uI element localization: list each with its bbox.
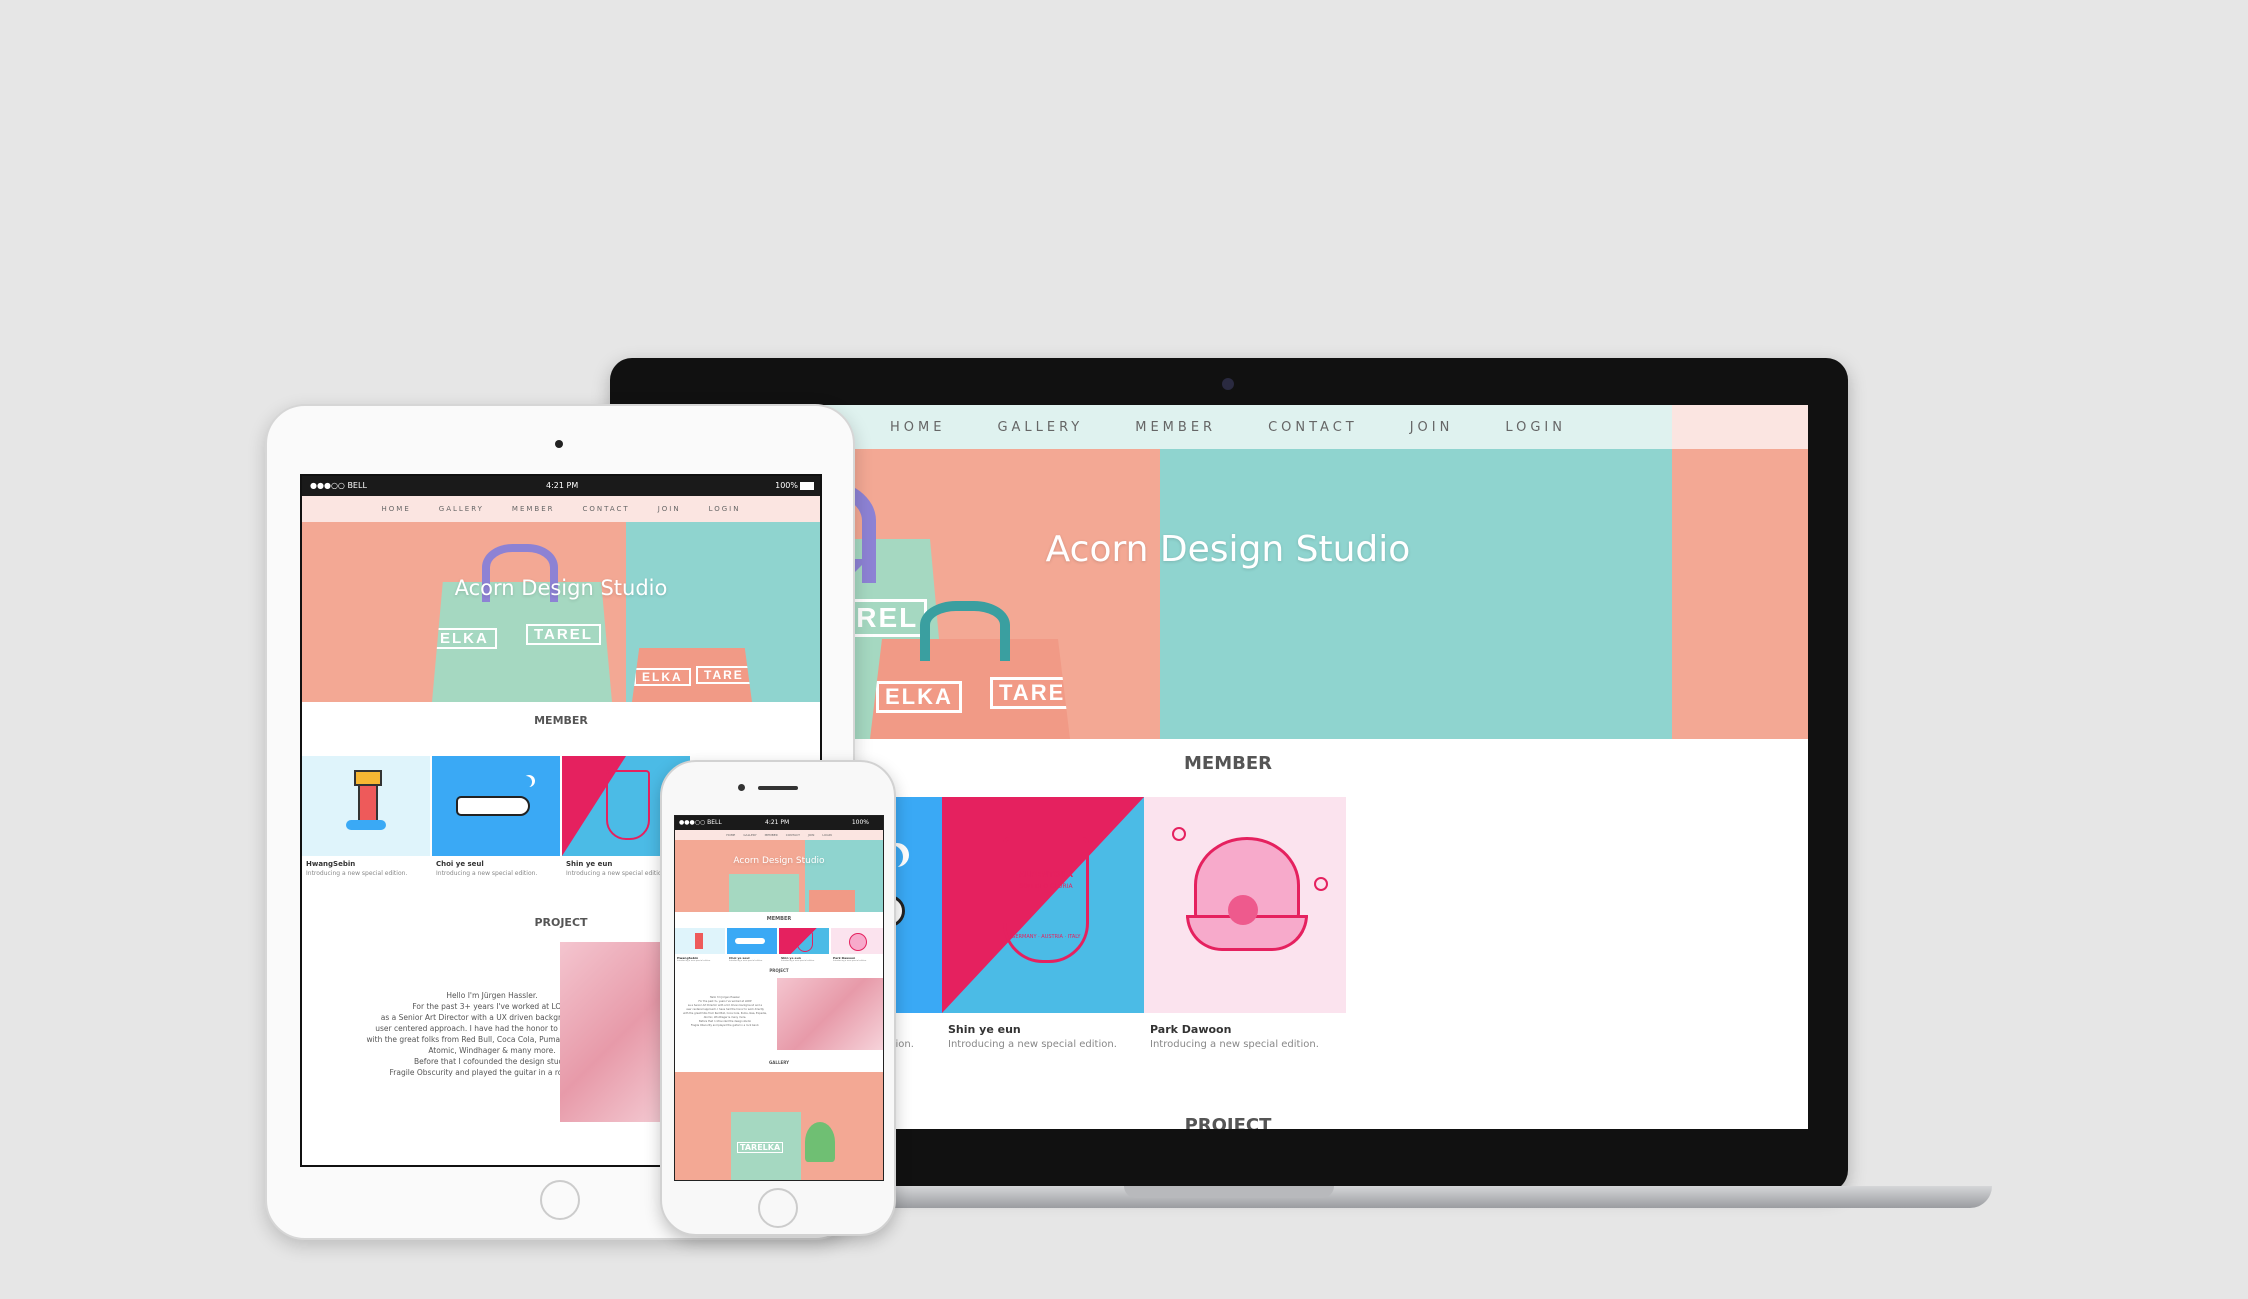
nav-home[interactable]: HOME	[726, 833, 735, 837]
project-heading: PROJECT	[769, 968, 789, 973]
gallery-image: TARELKA	[675, 1072, 883, 1180]
nav-gallery[interactable]: GALLERY	[997, 420, 1083, 435]
battery-label: 100%	[851, 819, 869, 826]
airplane-icon	[735, 938, 765, 944]
project-photo	[777, 978, 883, 1050]
member-card[interactable]: HwangSebin Introducing a new special edi…	[675, 928, 727, 964]
bag-label: TAREL	[526, 624, 601, 645]
battery-label: 100%	[775, 481, 798, 490]
about-line: Fragile Obscurity and played the guitar …	[690, 1024, 760, 1027]
moon-icon	[520, 776, 532, 788]
member-name: HwangSebin	[306, 860, 356, 868]
phone-nav: HOME GALLERY MEMBER CONTACT JOIN LOGIN	[675, 830, 883, 840]
gallery-heading: GALLERY	[769, 1060, 789, 1065]
nav-gallery[interactable]: GALLERY	[439, 505, 484, 513]
tablet-camera	[555, 440, 563, 448]
member-heading: MEMBER	[534, 714, 588, 727]
member-desc: Introducing a new special edition.	[566, 870, 668, 877]
nav-login[interactable]: LOGIN	[709, 505, 741, 513]
nav-contact[interactable]: CONTACT	[1268, 420, 1358, 435]
member-name: Choi ye seul	[436, 860, 484, 868]
hero-title: Acorn Design Studio	[733, 856, 825, 866]
badge-subtitle: SOLI DEO GLORIA	[1019, 883, 1073, 890]
member-card[interactable]: ALPENTOUR SOLI DEO GLORIA GERMANY · AUST…	[942, 797, 1144, 1057]
nav-member[interactable]: MEMBER	[512, 505, 555, 513]
phone-speaker	[758, 786, 798, 790]
bag-label: ELKA	[432, 628, 497, 649]
bag-label: ELKA	[634, 668, 691, 686]
member-card[interactable]: Park Dawoon Introducing a new special ed…	[1144, 797, 1346, 1057]
nav-contact[interactable]: CONTACT	[583, 505, 630, 513]
clock-label: 4:21 PM	[546, 481, 579, 490]
badge-title: ALPENTOUR	[1018, 870, 1074, 879]
member-desc: Introducing a new special edition.	[1150, 1039, 1319, 1050]
badge-footer: GERMANY · AUSTRIA · ITALY	[1011, 934, 1081, 940]
nav-contact[interactable]: CONTACT	[786, 833, 800, 837]
status-bar: ●●●○○ BELL 4:21 PM 100%	[302, 476, 820, 496]
bag-label: TARE	[696, 666, 752, 684]
member-heading: MEMBER	[766, 916, 792, 922]
member-card[interactable]: Choi ye seul Introducing a new special e…	[432, 756, 562, 886]
nav-login[interactable]: LOGIN	[1505, 420, 1566, 435]
bag-label: TARE	[990, 677, 1070, 709]
status-bar: ●●●○○ BELL 4:21 PM 100%	[675, 816, 883, 830]
nav-member[interactable]: MEMBER	[1135, 420, 1216, 435]
bag-label: ELKA	[876, 681, 962, 713]
battery-icon	[800, 482, 814, 490]
member-desc: Introducing a new special edition.	[833, 960, 867, 962]
shopping-bag-illustration	[729, 874, 799, 912]
lighthouse-icon	[346, 770, 386, 830]
nav-join[interactable]: JOIN	[1410, 420, 1454, 435]
bag-handle	[920, 601, 1010, 661]
member-desc: Introducing a new special edition.	[729, 960, 763, 962]
member-card[interactable]: Choi ye seul Introducing a new special e…	[727, 928, 779, 964]
nav-member[interactable]: MEMBER	[765, 833, 778, 837]
pearl-shell-icon	[849, 933, 867, 951]
carrier-label: ●●●○○ BELL	[679, 819, 722, 826]
phone-camera	[738, 784, 745, 791]
alpentour-badge-icon: ALPENTOUR SOLI DEO GLORIA GERMANY · AUST…	[1003, 837, 1089, 963]
tablet-hero: ELKA TAREL ELKA TARE Acorn Design Studio	[302, 522, 820, 702]
nav-home[interactable]: HOME	[890, 420, 945, 435]
shopping-bag-illustration: TARELKA	[731, 1112, 801, 1180]
clock-label: 4:21 PM	[765, 819, 790, 826]
alpentour-badge-icon	[606, 770, 650, 840]
member-desc: Introducing a new special edition.	[948, 1039, 1117, 1050]
laptop-notch	[1124, 1186, 1334, 1198]
member-card[interactable]: Shin ye eun Introducing a new special ed…	[779, 928, 831, 964]
bag-label: TARELKA	[737, 1142, 784, 1153]
member-desc: Introducing a new special edition.	[306, 870, 408, 877]
tablet-nav: HOME GALLERY MEMBER CONTACT JOIN LOGIN	[302, 496, 820, 522]
nav-gallery[interactable]: GALLERY	[743, 833, 756, 837]
phone-hero: Acorn Design Studio	[675, 840, 883, 912]
tablet-home-button[interactable]	[540, 1180, 580, 1220]
laptop-camera	[1222, 378, 1234, 390]
nav-home[interactable]: HOME	[382, 505, 411, 513]
member-card[interactable]: Park Dawoon Introducing a new special ed…	[831, 928, 883, 964]
shopping-bag-illustration	[809, 890, 855, 912]
member-name: Shin ye eun	[948, 1023, 1021, 1036]
phone-screen: ●●●○○ BELL 4:21 PM 100% HOME GALLERY MEM…	[674, 815, 884, 1181]
nav-join[interactable]: JOIN	[658, 505, 681, 513]
plant-icon	[805, 1122, 835, 1162]
carrier-label: ●●●○○ BELL	[310, 481, 367, 490]
nav-join[interactable]: JOIN	[808, 833, 814, 837]
member-name: Shin ye eun	[566, 860, 613, 868]
shopping-bag-illustration: ELKA TARE	[632, 648, 752, 702]
member-desc: Introducing a new special edition.	[781, 960, 815, 962]
about-text: Hello I'm Jürgen Hassler. For the past 3…	[675, 996, 775, 1028]
hero-title: Acorn Design Studio	[454, 576, 668, 600]
member-card[interactable]: HwangSebin Introducing a new special edi…	[302, 756, 432, 886]
airplane-icon	[456, 796, 530, 816]
alpentour-badge-icon	[797, 932, 813, 952]
member-name: Park Dawoon	[1150, 1023, 1232, 1036]
member-desc: Introducing a new special edition.	[436, 870, 538, 877]
nav-login[interactable]: LOGIN	[822, 833, 831, 837]
member-desc: Introducing a new special edition.	[677, 960, 711, 962]
lighthouse-icon	[695, 933, 703, 949]
phone-home-button[interactable]	[758, 1188, 798, 1228]
